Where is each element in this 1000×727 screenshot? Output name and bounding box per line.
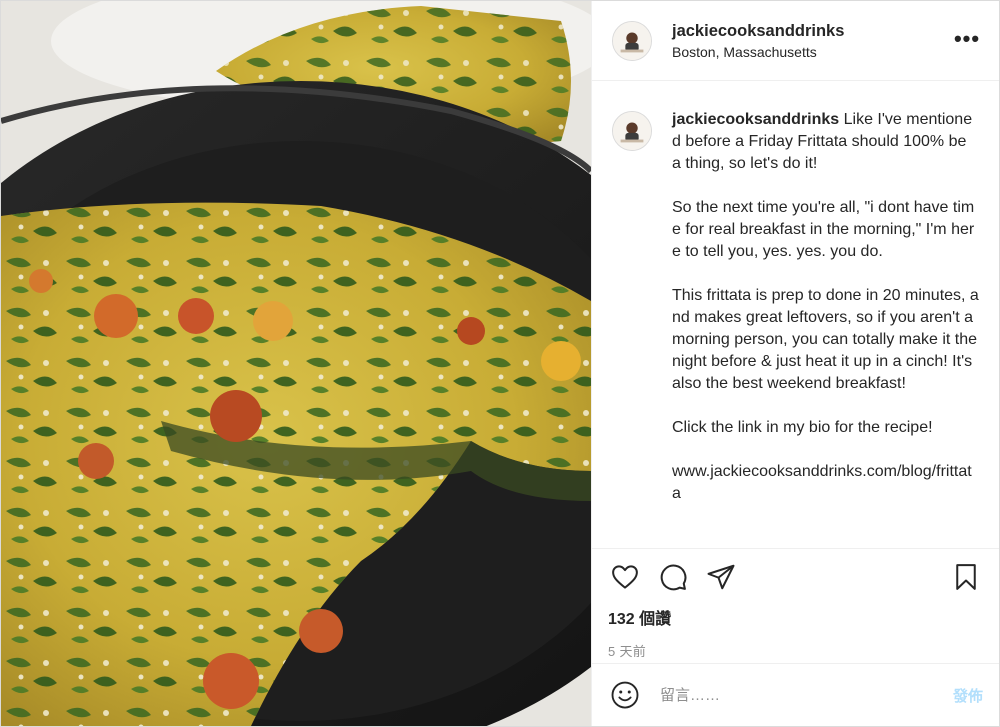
username-link[interactable]: jackiecooksanddrinks [672,21,844,41]
ellipsis-icon: ••• [953,26,981,51]
post-actions: 132 個讚 5 天前 [592,549,999,664]
caption: jackiecooksanddrinks Like I've mentioned… [612,109,979,505]
caption-text-block: jackiecooksanddrinks Like I've mentioned… [672,109,979,505]
comment-icon [660,564,687,591]
caption-avatar[interactable] [612,111,652,151]
like-button[interactable] [608,560,642,594]
post-comment-button[interactable]: 發佈 [953,685,983,706]
caption-username-link[interactable]: jackiecooksanddrinks [672,111,839,128]
action-bar [608,549,983,605]
avatar-image [613,112,651,150]
post-photo[interactable] [1,1,591,726]
comments-section: jackiecooksanddrinks Like I've mentioned… [592,81,999,549]
add-comment-bar: 發佈 [592,664,999,726]
post-timestamp[interactable]: 5 天前 [608,641,983,660]
location-link[interactable]: Boston, Massachusetts [672,44,844,60]
more-options-button[interactable]: ••• [951,25,983,53]
post-side-panel: jackiecooksanddrinks Boston, Massachuset… [591,1,999,726]
likes-count[interactable]: 132 個讚 [608,605,983,629]
post-header: jackiecooksanddrinks Boston, Massachuset… [592,1,999,81]
comment-button[interactable] [656,560,690,594]
avatar-image [613,21,651,60]
emoji-icon [611,681,639,709]
paper-plane-icon [707,564,735,590]
save-button[interactable] [949,560,983,594]
caption-text: Like I've mentioned before a Friday Frit… [672,111,979,502]
frittata-image [1,1,591,726]
heart-icon [612,565,638,589]
emoji-button[interactable] [610,680,640,710]
share-button[interactable] [704,560,738,594]
instagram-post: jackiecooksanddrinks Boston, Massachuset… [0,0,1000,727]
avatar[interactable] [612,20,652,61]
bookmark-icon [956,564,976,590]
comment-input[interactable] [660,686,943,704]
